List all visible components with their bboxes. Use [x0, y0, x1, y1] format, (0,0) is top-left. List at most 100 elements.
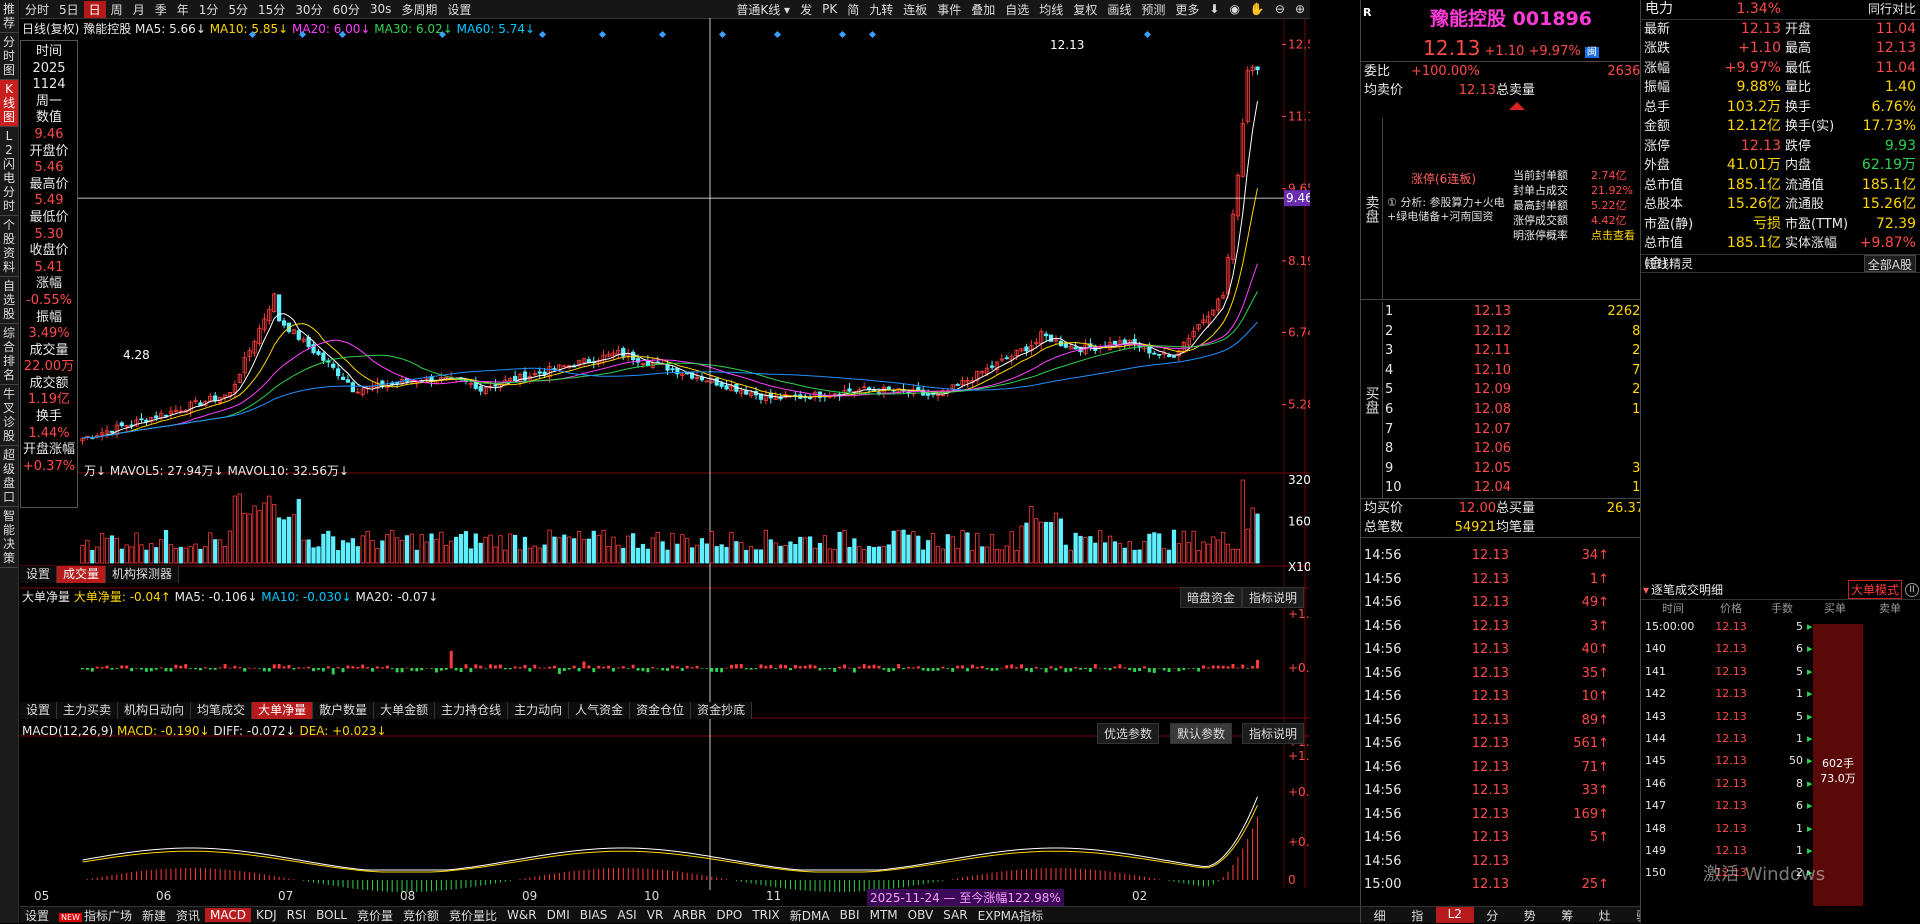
volume-tab[interactable]: 设置: [20, 566, 58, 583]
indicator-tab[interactable]: ARBR: [668, 908, 711, 922]
right-tab[interactable]: 势: [1511, 907, 1549, 923]
chart-tool-button[interactable]: 自选: [1000, 1, 1034, 18]
chart-zoom-icon[interactable]: ⊖: [1270, 2, 1290, 16]
chart-zoom-icon[interactable]: ✋: [1245, 2, 1270, 16]
left-nav-item[interactable]: 智能决策: [0, 507, 18, 568]
left-nav-item[interactable]: 个股资料: [0, 216, 18, 277]
big-order-mode-button[interactable]: 大单模式: [1847, 580, 1902, 599]
period-tab[interactable]: 30分: [290, 1, 327, 18]
period-tab[interactable]: 1分: [194, 1, 224, 18]
left-nav-item[interactable]: 分时图: [0, 33, 18, 80]
flow-tab[interactable]: 主力持仓线: [435, 702, 509, 719]
indicator-tab[interactable]: RSI: [282, 908, 312, 922]
indicator-tab[interactable]: NEW 指标广场: [54, 907, 137, 924]
volume-tab[interactable]: 机构探测器: [106, 566, 180, 583]
flow-tab[interactable]: 大单金额: [374, 702, 436, 719]
flow-tab[interactable]: 主力动向: [508, 702, 570, 719]
left-nav-item[interactable]: 推荐: [0, 0, 18, 33]
flow-tab[interactable]: 人气资金: [569, 702, 631, 719]
period-tab[interactable]: 日: [83, 0, 106, 18]
period-tab[interactable]: 分时: [20, 1, 54, 18]
right-tab[interactable]: 细: [1361, 907, 1399, 923]
period-tab[interactable]: 季: [150, 1, 172, 18]
indicator-tab[interactable]: EXPMA指标: [973, 907, 1049, 924]
flow-tab[interactable]: 主力买卖: [57, 702, 119, 719]
indicator-tab[interactable]: MACD: [205, 908, 251, 922]
chart-tool-button[interactable]: 画线: [1102, 1, 1136, 18]
chart-tool-button[interactable]: 简: [842, 1, 864, 18]
left-nav-item[interactable]: 自选股: [0, 277, 18, 324]
chart-tool-button[interactable]: 复权: [1068, 1, 1102, 18]
chart-tool-button[interactable]: 九转: [864, 1, 898, 18]
indicator-tab[interactable]: BIAS: [575, 908, 613, 922]
indicator-tab[interactable]: 新DMA: [785, 907, 835, 924]
chart-zoom-icon[interactable]: ⊕: [1290, 2, 1310, 16]
flow-tab[interactable]: 资金抄底: [691, 702, 753, 719]
indicator-tab[interactable]: 竞价量比: [444, 907, 502, 924]
indicator-tab[interactable]: 竞价量: [352, 907, 398, 924]
right-tab[interactable]: 分: [1474, 907, 1512, 923]
expand-icon[interactable]: ▾: [1641, 583, 1651, 597]
left-nav-item[interactable]: L2闪电分时: [0, 127, 18, 216]
period-tab[interactable]: 60分: [328, 1, 365, 18]
left-nav-item[interactable]: K线图: [0, 80, 18, 127]
chart-tool-button[interactable]: 连板: [898, 1, 932, 18]
indicator-tab[interactable]: BBI: [835, 908, 865, 922]
short-elf-filter[interactable]: 全部A股: [1863, 254, 1916, 272]
indicator-tab[interactable]: TRIX: [747, 908, 784, 922]
left-nav-item[interactable]: 超级盘口: [0, 446, 18, 507]
period-tab[interactable]: 设置: [442, 1, 476, 18]
volume-tab[interactable]: 成交量: [57, 566, 107, 583]
default-params-button[interactable]: 默认参数: [1170, 723, 1233, 744]
period-tab[interactable]: 5日: [54, 1, 84, 18]
indicator-tab[interactable]: BOLL: [311, 908, 352, 922]
indicator-tab[interactable]: 资讯: [171, 907, 205, 924]
period-tab[interactable]: 15分: [253, 1, 290, 18]
chart-tool-button[interactable]: 均线: [1034, 1, 1068, 18]
indicator-tab[interactable]: W&R: [502, 908, 542, 922]
right-tab[interactable]: 灶: [1586, 907, 1624, 923]
indicator-tab[interactable]: SAR: [938, 908, 972, 922]
flow-tab[interactable]: 散户数量: [313, 702, 375, 719]
flow-tab[interactable]: 大单净量: [252, 702, 314, 719]
right-tab[interactable]: L2: [1436, 907, 1474, 923]
collapse-up-icon[interactable]: [1509, 102, 1525, 110]
left-nav-item[interactable]: 牛叉诊股: [0, 385, 18, 446]
seal-metric-value[interactable]: 点击查看: [1591, 228, 1635, 243]
chart-zoom-icon[interactable]: ⬇: [1204, 2, 1224, 16]
period-tab[interactable]: 5分: [223, 1, 253, 18]
flow-tab[interactable]: 设置: [20, 702, 58, 719]
period-tab[interactable]: 月: [128, 1, 150, 18]
indicator-tab[interactable]: KDJ: [251, 908, 282, 922]
period-tab[interactable]: 多周期: [396, 1, 442, 18]
indicator-tab[interactable]: MTM: [865, 908, 903, 922]
flow-tab[interactable]: 均笔成交: [191, 702, 253, 719]
indicator-tab[interactable]: 竞价额: [398, 907, 444, 924]
right-tab[interactable]: 筹: [1549, 907, 1587, 923]
chart-tool-button[interactable]: 发: [795, 1, 817, 18]
chart-zoom-icon[interactable]: ◉: [1224, 2, 1244, 16]
flow-indicator-help-button[interactable]: 指标说明: [1242, 587, 1305, 608]
period-tab[interactable]: 周: [106, 1, 128, 18]
flow-tab[interactable]: 资金仓位: [630, 702, 692, 719]
optimal-params-button[interactable]: 优选参数: [1097, 723, 1160, 744]
indicator-tab[interactable]: 新建: [137, 907, 171, 924]
indicator-tab[interactable]: VR: [642, 908, 669, 922]
chart-tool-button[interactable]: PK: [817, 2, 842, 16]
macd-indicator-help-button[interactable]: 指标说明: [1242, 723, 1305, 744]
indicator-tab[interactable]: DMI: [542, 908, 575, 922]
kline-type-select[interactable]: 普通K线 ▾: [731, 1, 795, 18]
indicator-tab[interactable]: ASI: [612, 908, 641, 922]
chart-tool-button[interactable]: 事件: [932, 1, 966, 18]
period-tab[interactable]: 30s: [365, 2, 397, 16]
chart-tool-button[interactable]: 更多: [1170, 1, 1204, 18]
indicator-tab[interactable]: OBV: [903, 908, 939, 922]
indicator-tab[interactable]: 设置: [20, 907, 54, 924]
indicator-tab[interactable]: DPO: [711, 908, 747, 922]
period-tab[interactable]: 年: [172, 1, 194, 18]
chart-tool-button[interactable]: 叠加: [966, 1, 1000, 18]
dark-capital-button[interactable]: 暗盘资金: [1180, 587, 1243, 608]
flow-tab[interactable]: 机构日动向: [118, 702, 192, 719]
pause-icon[interactable]: II: [1905, 582, 1919, 597]
right-tab[interactable]: 指: [1399, 907, 1437, 923]
